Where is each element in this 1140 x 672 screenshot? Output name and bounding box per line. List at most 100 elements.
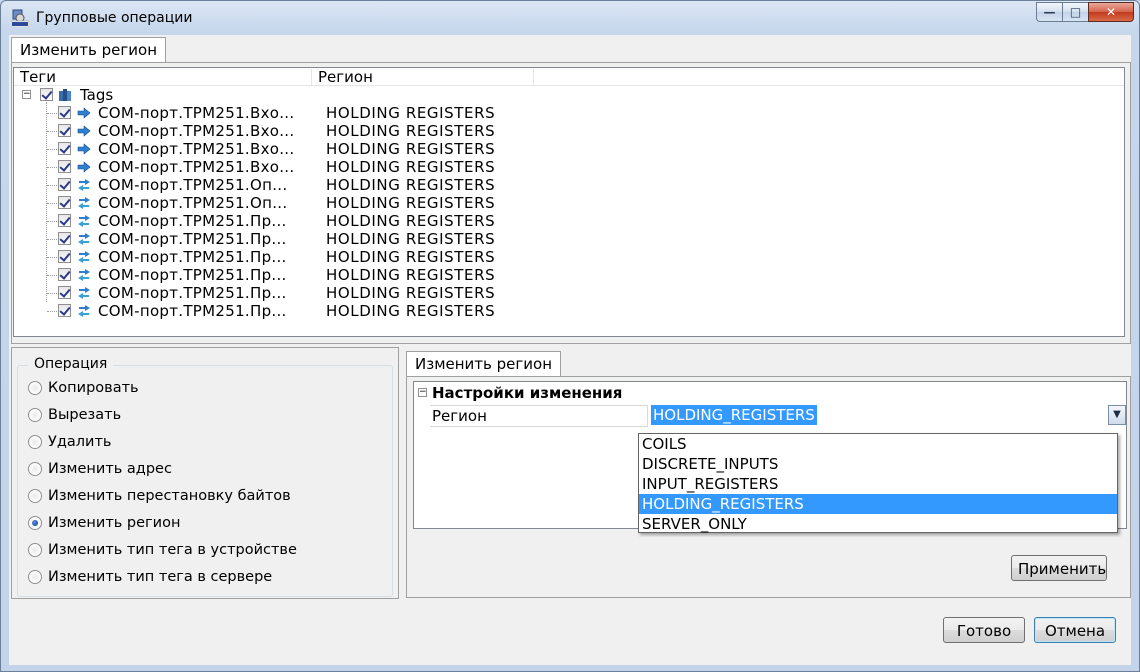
title-bar[interactable]: Групповые операции — □ ✕ (1, 1, 1139, 35)
tree-line (47, 257, 57, 258)
apply-button[interactable]: Применить (1011, 555, 1107, 581)
tag-checkbox[interactable] (58, 286, 71, 299)
dropdown-option[interactable]: COILS (639, 434, 1117, 454)
tag-checkbox[interactable] (58, 178, 71, 191)
tag-region: HOLDING REGISTERS (326, 248, 496, 266)
radio-label: Копировать (48, 380, 139, 396)
radio-button[interactable] (28, 462, 42, 476)
tag-checkbox[interactable] (58, 268, 71, 281)
tag-region: HOLDING REGISTERS (326, 140, 496, 158)
dropdown-option[interactable]: HOLDING_REGISTERS (639, 494, 1117, 514)
maximize-icon: □ (1069, 5, 1082, 19)
tree-root-row[interactable]: − Tags (14, 86, 1124, 104)
radio-label: Изменить перестановку байтов (48, 488, 291, 504)
tag-name: COM-порт.ТРМ251.Пр... (98, 212, 287, 230)
region-dropdown-button[interactable]: ▼ (1108, 405, 1126, 425)
tree-line (47, 311, 57, 312)
collapse-category-icon[interactable]: − (418, 388, 427, 397)
tree-row[interactable]: COM-порт.ТРМ251.Пр... HOLDING REGISTERS (14, 248, 1124, 266)
tag-region: HOLDING REGISTERS (326, 212, 496, 230)
operation-group: Операция Копировать Вырезать Удалить Измени… (17, 356, 393, 597)
dropdown-option[interactable]: SERVER_ONLY (639, 514, 1117, 534)
tree-line (47, 293, 57, 294)
tree-row[interactable]: COM-порт.ТРМ251.Пр... HOLDING REGISTERS (14, 266, 1124, 284)
tags-tree[interactable]: Теги Регион − Tags COM-порт.ТРМ251.Вхо..… (13, 67, 1125, 337)
tree-row[interactable]: COM-порт.ТРМ251.Пр... HOLDING REGISTERS (14, 230, 1124, 248)
radio-button[interactable] (28, 408, 42, 422)
tag-name: COM-порт.ТРМ251.Вхо... (98, 140, 295, 158)
region-select-value[interactable]: HOLDING_REGISTERS (651, 405, 817, 425)
tree-line (47, 221, 57, 222)
tree-row[interactable]: COM-порт.ТРМ251.Оп... HOLDING REGISTERS (14, 194, 1124, 212)
cancel-button[interactable]: Отмена (1034, 617, 1116, 643)
property-label-region: Регион (432, 407, 487, 425)
tree-line (47, 239, 57, 240)
tree-line (47, 131, 57, 132)
tag-checkbox[interactable] (58, 214, 71, 227)
chevron-down-icon: ▼ (1113, 409, 1121, 420)
tree-row[interactable]: COM-порт.ТРМ251.Пр... HOLDING REGISTERS (14, 302, 1124, 320)
radio-button[interactable] (28, 381, 42, 395)
arrows-exchange-icon (78, 251, 90, 263)
tree-row[interactable]: COM-порт.ТРМ251.Вхо... HOLDING REGISTERS (14, 158, 1124, 176)
tag-checkbox[interactable] (58, 304, 71, 317)
tag-region: HOLDING REGISTERS (326, 284, 496, 302)
dialog-client-area: Изменить регион Теги Регион − Tags COM-п… (9, 35, 1131, 665)
radio-button[interactable] (28, 570, 42, 584)
tag-checkbox[interactable] (58, 232, 71, 245)
radio-label: Изменить тип тега в сервере (48, 569, 273, 585)
arrows-exchange-icon (78, 179, 90, 191)
radio-label: Изменить тип тега в устройстве (48, 542, 297, 558)
maximize-button[interactable]: □ (1062, 2, 1088, 22)
tree-row[interactable]: COM-порт.ТРМ251.Пр... HOLDING REGISTERS (14, 284, 1124, 302)
tab-change-region-top[interactable]: Изменить регион (11, 37, 167, 63)
tree-row[interactable]: COM-порт.ТРМ251.Вхо... HOLDING REGISTERS (14, 140, 1124, 158)
tag-region: HOLDING REGISTERS (326, 230, 496, 248)
arrow-right-icon (77, 125, 91, 137)
tag-checkbox[interactable] (58, 124, 71, 137)
tree-root-label: Tags (80, 86, 114, 104)
radio-button[interactable] (28, 489, 42, 503)
region-dropdown-list[interactable]: COILS DISCRETE_INPUTS INPUT_REGISTERS HOLDI… (638, 433, 1118, 533)
arrows-exchange-icon (78, 269, 90, 281)
tag-checkbox[interactable] (58, 160, 71, 173)
tree-line (47, 167, 57, 168)
tag-name: COM-порт.ТРМ251.Оп... (98, 176, 288, 194)
tab-change-region-settings[interactable]: Изменить регион (406, 351, 562, 377)
dropdown-option[interactable]: DISCRETE_INPUTS (639, 454, 1117, 474)
radio-button[interactable] (28, 543, 42, 557)
collapse-icon[interactable]: − (22, 90, 31, 99)
operation-group-title: Операция (28, 356, 114, 372)
tag-checkbox[interactable] (58, 196, 71, 209)
tag-checkbox[interactable] (58, 106, 71, 119)
tree-row[interactable]: COM-порт.ТРМ251.Вхо... HOLDING REGISTERS (14, 104, 1124, 122)
root-checkbox[interactable] (40, 88, 53, 101)
tag-name: COM-порт.ТРМ251.Пр... (98, 230, 287, 248)
arrows-exchange-icon (78, 197, 90, 209)
arrows-exchange-icon (78, 305, 90, 317)
arrows-exchange-icon (78, 215, 90, 227)
tag-name: COM-порт.ТРМ251.Вхо... (98, 104, 295, 122)
tag-checkbox[interactable] (58, 250, 71, 263)
tab-label: Изменить регион (20, 41, 158, 59)
minimize-button[interactable]: — (1036, 2, 1062, 22)
tree-line (47, 149, 57, 150)
radio-button[interactable] (28, 435, 42, 449)
column-header-tags[interactable]: Теги (14, 69, 312, 85)
dropdown-option[interactable]: INPUT_REGISTERS (639, 474, 1117, 494)
radio-button[interactable] (28, 516, 42, 530)
tree-row[interactable]: COM-порт.ТРМ251.Оп... HOLDING REGISTERS (14, 176, 1124, 194)
tag-name: COM-порт.ТРМ251.Пр... (98, 284, 287, 302)
close-button[interactable]: ✕ (1088, 2, 1134, 22)
tag-checkbox[interactable] (58, 142, 71, 155)
minimize-icon: — (1043, 5, 1056, 19)
arrows-exchange-icon (78, 233, 90, 245)
radio-label: Изменить регион (48, 515, 181, 531)
tree-row[interactable]: COM-порт.ТРМ251.Вхо... HOLDING REGISTERS (14, 122, 1124, 140)
tag-region: HOLDING REGISTERS (326, 194, 496, 212)
tree-row[interactable]: COM-порт.ТРМ251.Пр... HOLDING REGISTERS (14, 212, 1124, 230)
ok-button[interactable]: Готово (943, 617, 1025, 643)
tag-name: COM-порт.ТРМ251.Вхо... (98, 122, 295, 140)
arrow-right-icon (77, 107, 91, 119)
column-header-region[interactable]: Регион (312, 69, 534, 85)
